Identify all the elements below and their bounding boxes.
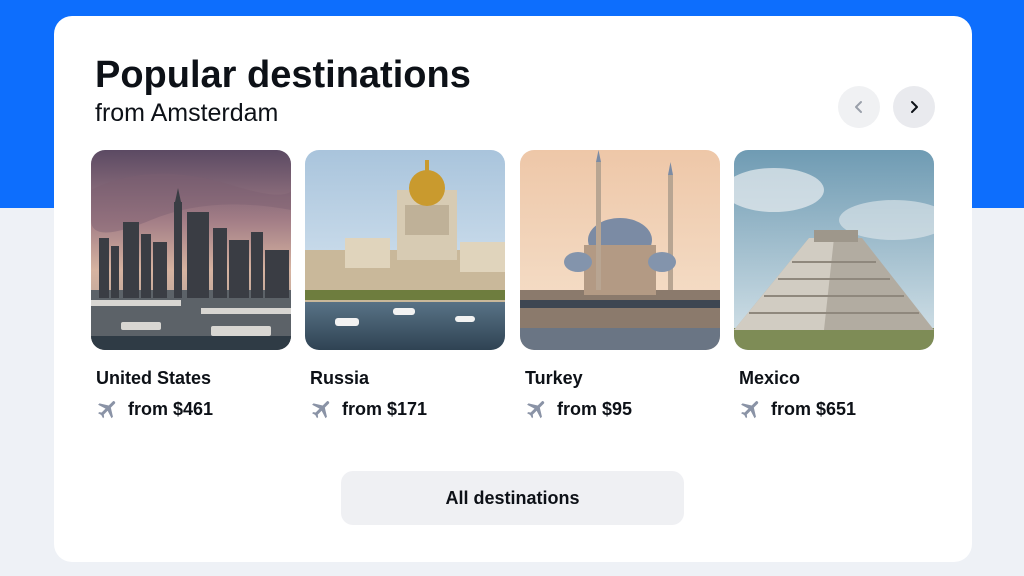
destination-card-mexico[interactable]: Mexico from $651 bbox=[734, 150, 934, 419]
chevron-left-icon bbox=[855, 101, 862, 113]
airplane-icon bbox=[312, 401, 330, 419]
destination-name[interactable]: Mexico bbox=[739, 368, 800, 389]
chevron-right-icon bbox=[911, 101, 918, 113]
airplane-icon bbox=[527, 401, 545, 419]
destination-name[interactable]: United States bbox=[96, 368, 211, 389]
destination-price: from $651 bbox=[771, 398, 857, 419]
destination-image-san-francisco[interactable] bbox=[91, 150, 291, 350]
destinations-card: Popular destinations from Amsterdam Unit… bbox=[54, 16, 972, 562]
destination-image-st-petersburg[interactable] bbox=[305, 150, 505, 350]
destination-price-row: from $171 bbox=[310, 396, 427, 422]
section-subtitle: from Amsterdam bbox=[95, 99, 279, 127]
destination-image-chichen-itza[interactable] bbox=[734, 150, 934, 350]
section-title: Popular destinations bbox=[95, 54, 471, 96]
destination-price-row: from $651 bbox=[739, 396, 856, 422]
airplane-icon bbox=[98, 401, 116, 419]
destination-card-russia[interactable]: Russia from $171 bbox=[305, 150, 505, 419]
destination-image-istanbul[interactable] bbox=[520, 150, 720, 350]
carousel-next-button[interactable] bbox=[893, 86, 935, 128]
destination-price-row: from $95 bbox=[525, 396, 632, 422]
destination-price: from $461 bbox=[128, 398, 214, 419]
destination-price: from $171 bbox=[342, 398, 428, 419]
destination-card-united-states[interactable]: United States from $461 bbox=[91, 150, 291, 419]
airplane-icon bbox=[741, 401, 759, 419]
destination-card-turkey[interactable]: Turkey from $95 bbox=[520, 150, 720, 419]
destination-price-row: from $461 bbox=[96, 396, 213, 422]
destination-name[interactable]: Russia bbox=[310, 368, 369, 389]
destination-name[interactable]: Turkey bbox=[525, 368, 583, 389]
destination-price: from $95 bbox=[557, 398, 633, 419]
all-destinations-button[interactable]: All destinations bbox=[341, 471, 684, 525]
carousel-prev-button[interactable] bbox=[838, 86, 880, 128]
